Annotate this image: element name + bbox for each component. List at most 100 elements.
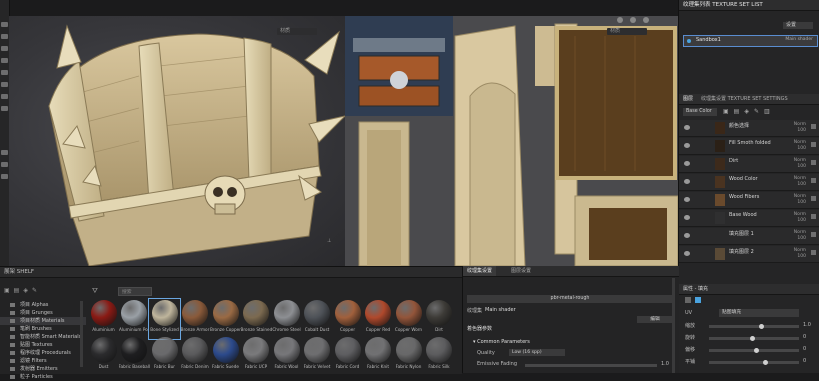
channel-dropdown[interactable]: Base Color [683,108,717,116]
layer-item[interactable]: Fill Smoth folded Norm 100 [679,138,819,155]
material-thumbnail[interactable]: Copper [332,299,363,339]
viewport-2d[interactable]: 材质 [345,16,678,266]
settings-icon[interactable] [1,174,8,179]
shelf-tool-icons[interactable]: ▣▤◈✎ [4,288,84,294]
emissive-fading-slider[interactable] [525,364,657,367]
layer-visibility-icon[interactable] [684,197,690,202]
layer-visibility-icon[interactable] [684,233,690,238]
layer-opacity[interactable]: 100 [797,200,806,205]
slider-handle[interactable] [750,336,755,341]
layer-visibility-icon[interactable] [684,179,690,184]
layer-blend-mode[interactable]: Norm [794,176,806,181]
material-thumbnail[interactable]: Fabric Knit [363,336,394,376]
material-thumbnail[interactable]: Fabric Denim [180,336,211,376]
material-thumbnail[interactable]: Fabric Baseball [119,336,150,376]
material-thumbnail[interactable]: Dust [88,336,119,376]
layer-mask-icon[interactable] [811,214,816,219]
slider-handle[interactable] [759,324,764,329]
layer-visibility-icon[interactable] [684,215,690,220]
display-settings-icon[interactable] [643,17,649,23]
shelf-category-item[interactable]: 项目材质 Materials [0,317,86,325]
texture-settings-scrollbar[interactable] [672,278,675,373]
layer-blend-mode[interactable]: Norm [794,158,806,163]
texture-set-visibility-icon[interactable] [687,39,691,43]
shelf-category-item[interactable]: 程序纹理 Procedurals [0,349,86,357]
clone-tool-icon[interactable] [1,82,8,87]
layer-blend-mode[interactable]: Norm [794,122,806,127]
layer-opacity[interactable]: 100 [797,236,806,241]
shelf-category-item[interactable]: 贴图 Textures [0,341,86,349]
material-thumbnail[interactable]: Fabric Cord [332,336,363,376]
slider-handle[interactable] [754,348,759,353]
tab-texture-set-settings[interactable]: 纹理集设置 TEXTURE SET SETTINGS [697,94,792,104]
tab-layers[interactable]: 图层 [679,94,697,104]
layer-mask-icon[interactable] [811,232,816,237]
layer-opacity[interactable]: 100 [797,254,806,259]
common-params-header[interactable]: ▾ Common Parameters [473,339,530,345]
layer-item[interactable]: Wood Fibers Norm 100 [679,192,819,209]
layer-visibility-icon[interactable] [684,143,690,148]
layer-item[interactable]: Wood Color Norm 100 [679,174,819,191]
fill-mode-icon[interactable] [685,297,691,303]
category-scrollbar[interactable] [80,301,83,367]
material-thumbnail[interactable]: Fabric UCP [241,336,272,376]
eraser-tool-icon[interactable] [1,34,8,39]
layer-item[interactable]: Dirt Norm 100 [679,156,819,173]
camera-icon[interactable] [1,150,8,155]
property-slider[interactable] [709,325,799,328]
material-thumbnail[interactable]: Bone Stylized [148,298,181,340]
material-thumbnail[interactable]: Copper Red [363,299,394,339]
layer-visibility-icon[interactable] [684,125,690,130]
property-slider[interactable] [709,361,799,364]
light-icon[interactable] [630,17,636,23]
material-thumbnail[interactable]: Aluminium Pol [119,299,150,339]
texture-set-settings-dropdown[interactable]: 设置 [783,22,813,29]
layer-opacity[interactable]: 100 [797,182,806,187]
layer-mask-icon[interactable] [811,142,816,147]
shelf-category-item[interactable]: 滤镜 Filters [0,357,86,365]
geometry-mask-icon[interactable] [1,58,8,63]
paint-tool-icon[interactable] [1,22,8,27]
material-thumbnail[interactable]: Fabric Velvet [302,336,333,376]
layer-mask-icon[interactable] [811,178,816,183]
viewport-3d[interactable]: 材质 ⊥ [9,16,345,266]
property-value[interactable]: 0 [803,358,806,364]
grid-icon[interactable] [1,162,8,167]
camera-icon[interactable] [617,17,623,23]
shelf-category-item[interactable]: 项目 Alphas [0,301,86,309]
material-thumbnail[interactable]: Fabric Suede [210,336,241,376]
material-thumbnail[interactable]: Fabric Nylon [393,336,424,376]
layer-item[interactable]: Base Wood Norm 100 [679,210,819,227]
layer-opacity[interactable]: 100 [797,164,806,169]
quality-dropdown[interactable]: Low (16 spp) [509,349,565,356]
material-thumbnail[interactable]: Fabric Silk [424,336,455,376]
material-thumbnail[interactable]: Bronze Armor [180,299,211,339]
filter-icon[interactable]: ⛛ [92,287,98,296]
material-thumbnail[interactable]: Fabric Wool [271,336,302,376]
shelf-category-item[interactable]: 发射器 Emitters [0,365,86,373]
layer-item[interactable]: 颜色选择 Norm 100 [679,120,819,137]
layer-blend-mode[interactable]: Norm [794,212,806,217]
layer-visibility-icon[interactable] [684,251,690,256]
material-thumbnail[interactable]: Cobalt Dust [302,299,333,339]
tab-texture-set-settings-bottom[interactable]: 纹理集设置 [463,266,497,276]
layer-action-icons[interactable]: ▣▤◈✎▥ [723,108,775,115]
layer-item[interactable]: 填充图层 1 Norm 100 [679,228,819,245]
slider-handle[interactable] [763,360,768,365]
shelf-category-item[interactable]: 项目 Grunges [0,309,86,317]
material-thumbnail[interactable]: Bronze Copper [210,299,241,339]
material-thumbnail[interactable]: Fabric Bur [149,336,180,376]
material-thumbnail[interactable]: Dirt [424,299,455,339]
shelf-category-item[interactable]: 粒子 Particles [0,373,86,381]
viewport-3d-mode-dropdown[interactable]: 材质 [277,28,317,35]
property-value[interactable]: 1.0 [803,322,811,328]
shelf-category-item[interactable]: 笔刷 Brushes [0,325,86,333]
layer-mask-icon[interactable] [811,160,816,165]
layer-opacity[interactable]: 100 [797,128,806,133]
uv-mode-icon[interactable] [695,297,701,303]
property-value[interactable]: 0 [803,346,806,352]
polygon-fill-icon[interactable] [1,106,8,111]
shelf-search-input[interactable]: 搜索 [118,287,152,296]
viewport-2d-mode-dropdown[interactable]: 材质 [607,28,647,35]
layer-opacity[interactable]: 100 [797,218,806,223]
